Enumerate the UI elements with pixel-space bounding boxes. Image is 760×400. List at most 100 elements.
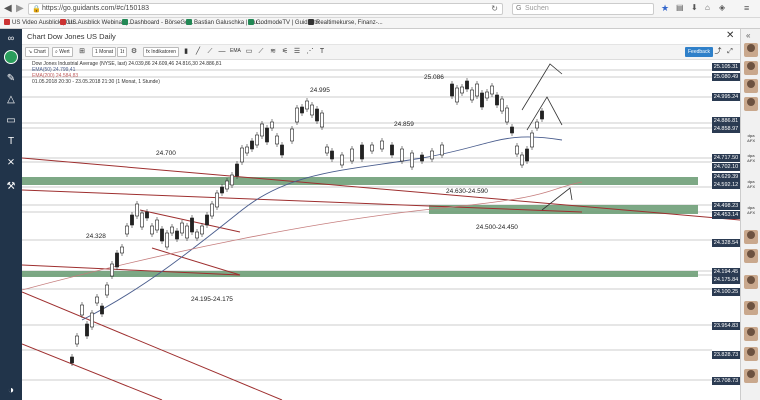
trend-line (22, 189, 583, 213)
bookmark-item[interactable]: Dashboard - BörseGo... (122, 19, 193, 26)
share-icon[interactable]: ⤴ (714, 47, 722, 57)
annotation-label: 24.859 (394, 121, 414, 128)
feedback-button[interactable]: Feedback (685, 47, 713, 57)
candle-body (210, 203, 214, 217)
trend-line (139, 209, 241, 233)
candle-body (200, 225, 204, 235)
interval-1monat-button[interactable]: 1 Monat (92, 47, 117, 57)
dpo-afx-icon[interactable]: dpa AFX (744, 153, 758, 166)
avatar[interactable] (744, 43, 758, 57)
candle-body (290, 128, 294, 142)
rectangle-shape-icon[interactable]: ▭ (3, 114, 19, 128)
candle-body (360, 144, 364, 160)
candle-body (260, 123, 264, 137)
candle-body (300, 106, 304, 114)
triangle-shape-icon[interactable]: △ (3, 93, 19, 107)
candle-body (255, 134, 259, 146)
window-title-bar: Chart Dow Jones US Daily ✕ (22, 29, 740, 45)
shield-icon[interactable]: ◈ (719, 3, 725, 12)
candle-body (140, 212, 144, 228)
channel-tool-icon[interactable]: ≋ (269, 47, 277, 57)
back-icon[interactable]: ◀ (4, 3, 12, 14)
draw-pencil-icon[interactable]: ✎ (3, 72, 19, 86)
forward-icon[interactable]: ▶ (16, 3, 24, 14)
close-icon[interactable]: ✕ (726, 30, 734, 41)
library-icon[interactable]: ▤ (676, 3, 684, 12)
address-field[interactable]: 🔒 https://go.guidants.com/#c/150183 ↻ (28, 3, 503, 15)
candle-body (270, 121, 274, 129)
rectangle-tool-icon[interactable]: ▭ (245, 47, 253, 57)
avatar[interactable] (744, 249, 758, 263)
collapse-icon[interactable]: « (746, 31, 750, 40)
candle-body (250, 140, 254, 150)
candle-body (70, 356, 74, 364)
candle-body (95, 296, 99, 304)
avatar[interactable] (744, 79, 758, 93)
star-icon[interactable]: ★ (661, 3, 669, 14)
window-title: Chart Dow Jones US Daily (27, 32, 116, 41)
price-level-tag: 24.629.39 (712, 173, 740, 181)
contrast-icon[interactable]: ◑ (3, 384, 19, 398)
url-text: https://go.guidants.com/#c/150183 (42, 5, 150, 12)
indicators-label: Indikatoren (151, 49, 177, 55)
chart-button[interactable]: ↘ Chart (25, 47, 49, 57)
interval-1t-button[interactable]: 1t (117, 47, 128, 57)
candle-body (490, 85, 494, 95)
candle-body (370, 144, 374, 152)
tools-icon[interactable]: ⚒ (3, 180, 19, 194)
settings-icon[interactable]: ⚙ (130, 47, 138, 57)
avatar[interactable] (744, 97, 758, 111)
line-tool-icon[interactable]: ╱ (194, 47, 202, 57)
wert-button[interactable]: ⌕ Wert (52, 47, 73, 57)
text-tool-icon[interactable]: T (3, 135, 19, 149)
avatar[interactable] (744, 347, 758, 361)
fib-levels-icon[interactable]: ☰ (293, 47, 301, 57)
avatar[interactable] (744, 61, 758, 75)
candle-body (110, 263, 114, 277)
gann-icon[interactable]: ⋰ (306, 47, 314, 57)
candle-body (515, 145, 519, 155)
avatar[interactable] (744, 301, 758, 315)
ray-tool-icon[interactable]: ⟋ (206, 47, 214, 57)
candle-body (460, 86, 464, 94)
trend-line (22, 291, 283, 400)
dpo-afx-icon[interactable]: dpa AFX (744, 179, 758, 192)
annotation-label: 24.328 (86, 233, 106, 240)
bookmark-icon (4, 19, 10, 25)
candle-body (420, 154, 424, 162)
text-icon[interactable]: T (318, 47, 326, 57)
horizontal-line-icon[interactable]: — (218, 47, 226, 57)
fibonacci-icon[interactable]: ⟋ (257, 47, 265, 57)
price-level-tag: 24.592.12 (712, 181, 740, 189)
magnet-icon[interactable]: ⨯ (3, 156, 19, 170)
home-icon[interactable]: ⌂ (705, 3, 710, 12)
candle-body (295, 107, 299, 123)
bookmark-label: Dashboard - BörseGo... (130, 20, 194, 26)
account-icon[interactable] (3, 50, 19, 64)
support-zone (22, 271, 698, 277)
guidants-logo-icon[interactable]: ∞ (3, 31, 19, 45)
indicators-button[interactable]: fx Indikatoren (143, 47, 180, 57)
fullscreen-icon[interactable]: ⤢ (726, 47, 734, 57)
price-level-tag: 23.708.73 (712, 377, 740, 385)
download-icon[interactable]: ⬇ (691, 3, 698, 12)
chart-type-icon[interactable]: ⊞ (78, 47, 86, 57)
bookmark-flag-icon[interactable]: ▮ (182, 47, 190, 57)
candle-body (225, 180, 229, 190)
avatar[interactable] (744, 275, 758, 289)
dpo-afx-icon[interactable]: dpa AFX (744, 133, 758, 146)
avatar[interactable] (744, 369, 758, 383)
pitchfork-icon[interactable]: ⚟ (281, 47, 289, 57)
ema-button[interactable]: EMA (228, 47, 243, 57)
bookmark-item[interactable]: Realtimekurse, Finanz-... (308, 19, 383, 26)
avatar[interactable] (744, 327, 758, 341)
avatar[interactable] (744, 230, 758, 244)
dpo-afx-icon[interactable]: dpa AFX (744, 205, 758, 218)
menu-icon[interactable]: ≡ (744, 3, 749, 13)
reload-icon[interactable]: ↻ (491, 4, 498, 13)
chart-info-line4: 01.05.2018 20:30 - 23.05.2018 21:30 (1 M… (32, 79, 160, 85)
chart-canvas[interactable] (22, 60, 740, 400)
search-field[interactable]: G Suchen (512, 3, 654, 15)
chart-plot[interactable]: Dow Jones Industrial Average (NYSE, last… (22, 60, 740, 400)
candle-body (330, 150, 334, 160)
